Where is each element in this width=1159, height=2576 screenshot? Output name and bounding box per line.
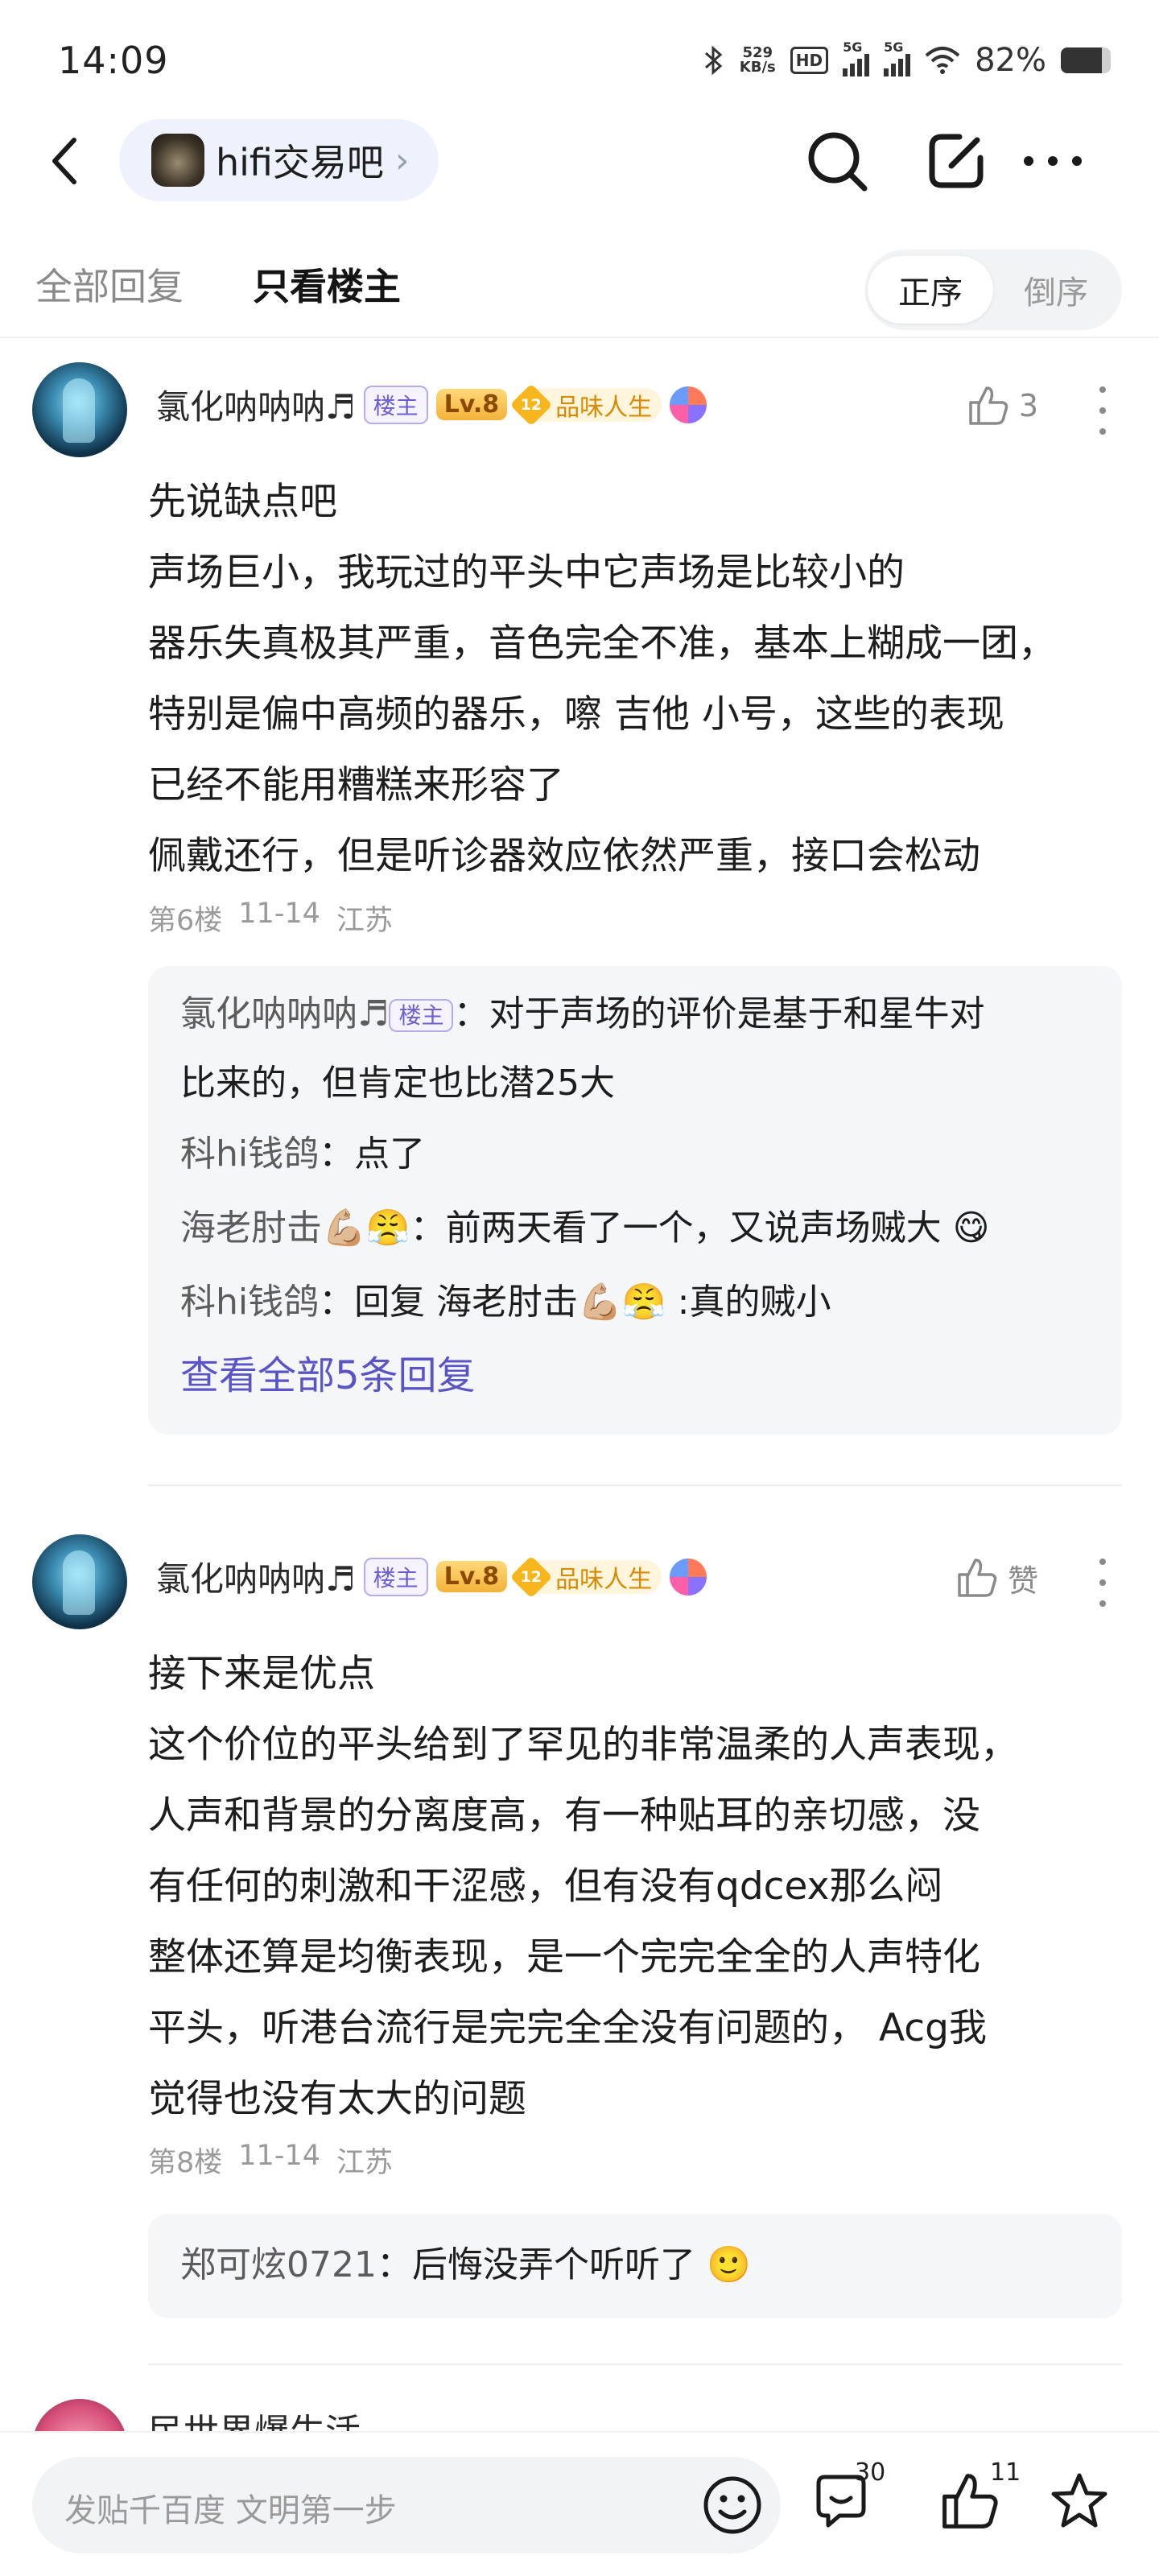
post-content: 先说缺点吧 声场巨小，我玩过的平头中它声场是比较小的 器乐失真极其严重，音色完全…	[148, 480, 1056, 878]
top-nav: hifi交易吧 ›	[0, 113, 1159, 209]
tab-op-only[interactable]: 只看楼主	[253, 258, 401, 311]
op-badge: 楼主	[363, 1557, 428, 1596]
sort-toggle: 正序 倒序	[864, 250, 1122, 330]
basketball-icon	[670, 1558, 707, 1596]
thumbs-up-icon	[969, 386, 1008, 425]
forum-avatar	[151, 134, 204, 187]
star-icon	[1051, 2473, 1107, 2528]
post-location: 江苏	[336, 2147, 393, 2179]
reply-input-placeholder: 发贴千百度 文明第一步	[64, 2492, 397, 2529]
back-arrow-icon[interactable]	[42, 129, 90, 193]
level-badge: Lv.8	[435, 1561, 508, 1592]
comments-button[interactable]: 30	[797, 2457, 885, 2545]
post-divider	[148, 2363, 1122, 2365]
reply-filter-tabs: 全部回复 只看楼主 正序 倒序	[0, 242, 1159, 338]
floor-number: 第6楼	[148, 905, 223, 937]
diamond-icon: 12	[509, 383, 553, 426]
like-post-button[interactable]: 11	[926, 2457, 1021, 2545]
signal-icon-sim1: 5G	[843, 39, 870, 76]
favorite-button[interactable]	[1035, 2457, 1124, 2545]
comment-count: 30	[855, 2458, 886, 2487]
post-date: 11-14	[238, 2140, 320, 2172]
sort-descending-button[interactable]: 倒序	[993, 256, 1119, 324]
emoji-icon[interactable]	[692, 2465, 773, 2545]
sort-ascending-button[interactable]: 正序	[868, 256, 993, 324]
like-button[interactable]: 3	[966, 383, 1038, 428]
sub-replies: 氯化呐呐呐♬ 楼主 ：对于声场的评价是基于和星牛对 比来的，但肯定也比潜25大 科h…	[148, 966, 1122, 1435]
search-icon[interactable]	[797, 121, 877, 201]
reply-input[interactable]: 发贴千百度 文明第一步	[32, 2457, 781, 2553]
post-date: 11-14	[238, 898, 320, 930]
tab-all-replies[interactable]: 全部回复	[35, 258, 184, 311]
avatar[interactable]	[32, 362, 127, 457]
signal-icon-sim2: 5G	[884, 39, 911, 76]
honor-badge: 12 品味人生	[509, 383, 662, 426]
like-button[interactable]: 赞	[955, 1555, 1038, 1600]
post-user-line: 氯化呐呐呐♬ 楼主 Lv.8 12 品味人生	[156, 380, 707, 429]
sub-reply[interactable]: 科hi钱鸽：回复 海老肘击💪🏼😤 :真的贼小	[180, 1265, 1090, 1340]
level-badge: Lv.8	[435, 389, 508, 420]
post-content: 接下来是优点 这个价位的平头给到了罕见的非常温柔的人声表现， 人声和背景的分离度…	[148, 1652, 1018, 2121]
avatar[interactable]	[32, 1534, 127, 1629]
wifi-icon	[925, 47, 960, 74]
status-icons: 529 KB/s HD 5G 5G 82%	[701, 39, 1111, 79]
post-user-line: 氯化呐呐呐♬ 楼主 Lv.8 12 品味人生	[156, 1552, 707, 1601]
post-divider	[148, 1484, 1122, 1486]
status-time: 14:09	[58, 39, 169, 82]
post-more-icon[interactable]	[1095, 1558, 1111, 1607]
post-location: 江苏	[336, 905, 393, 937]
forum-link[interactable]: hifi交易吧 ›	[119, 119, 439, 201]
view-all-replies-link[interactable]: 查看全部5条回复	[180, 1340, 1090, 1412]
sub-reply[interactable]: 海老肘击💪🏼😤：前两天看了一个，又说声场贼大 😋	[180, 1191, 1090, 1265]
honor-badge: 12 品味人生	[509, 1555, 662, 1598]
share-edit-icon[interactable]	[916, 121, 996, 201]
battery-icon	[1061, 47, 1111, 73]
like-label: 赞	[1007, 1563, 1038, 1599]
post-meta: 第6楼 11-14 江苏	[148, 898, 393, 939]
hd-voice-icon: HD	[790, 47, 829, 74]
battery-percent: 82%	[975, 42, 1046, 79]
floor-number: 第8楼	[148, 2147, 223, 2179]
chevron-right-icon: ›	[394, 139, 410, 181]
like-count: 3	[1018, 388, 1038, 423]
bottom-bar: 发贴千百度 文明第一步 30 11	[0, 2431, 1159, 2576]
sub-reply[interactable]: 郑可炫0721：后悔没弄个听听了 🙂	[180, 2228, 1090, 2302]
thumbs-up-icon	[958, 1558, 997, 1597]
sub-reply[interactable]: 氯化呐呐呐♬ 楼主 ：对于声场的评价是基于和星牛对 比来的，但肯定也比潜25大	[180, 980, 1090, 1117]
bluetooth-icon	[704, 45, 723, 76]
sub-replies: 郑可炫0721：后悔没弄个听听了 🙂	[148, 2214, 1122, 2318]
username[interactable]: 氯化呐呐呐♬	[156, 1552, 356, 1601]
sub-reply[interactable]: 科hi钱鸽：点了	[180, 1117, 1090, 1191]
basketball-icon	[670, 386, 707, 423]
forum-name: hifi交易吧	[216, 141, 384, 184]
op-badge: 楼主	[363, 385, 428, 424]
post-more-icon[interactable]	[1095, 386, 1111, 435]
username[interactable]: 氯化呐呐呐♬	[156, 380, 356, 429]
network-speed: 529 KB/s	[739, 44, 776, 76]
post-like-count: 11	[990, 2458, 1021, 2487]
more-options-icon[interactable]	[1013, 121, 1093, 201]
status-bar: 14:09 529 KB/s HD 5G 5G 82%	[0, 0, 1159, 113]
post-meta: 第8楼 11-14 江苏	[148, 2140, 393, 2181]
diamond-icon: 12	[509, 1555, 553, 1598]
